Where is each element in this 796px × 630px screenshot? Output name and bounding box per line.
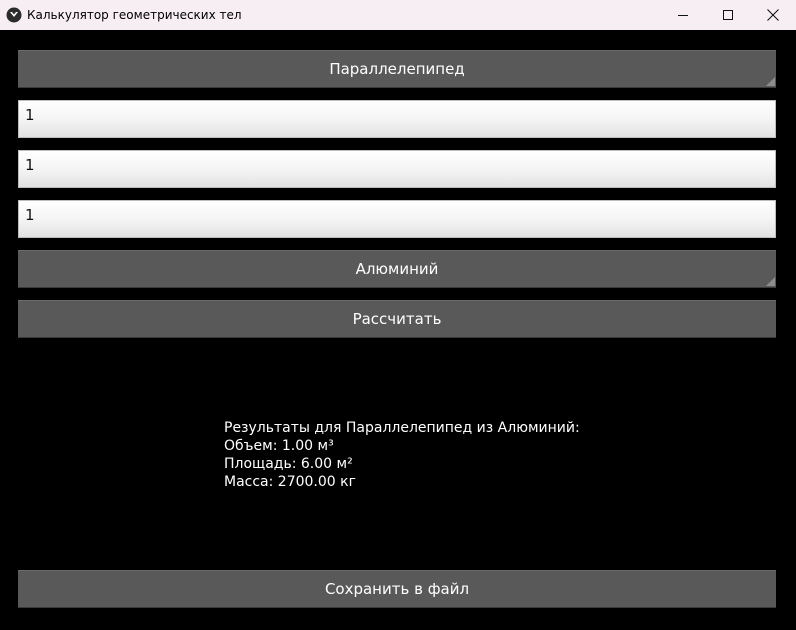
kivy-icon [6,7,22,23]
results-volume: Объем: 1.00 м³ [224,438,334,454]
shape-dropdown-label: Параллелепипед [329,60,465,78]
calculate-button-label: Рассчитать [352,310,442,328]
minimize-button[interactable] [660,0,706,30]
save-to-file-button[interactable]: Сохранить в файл [18,570,776,608]
minimize-icon [677,10,689,21]
results-panel: Результаты для Параллелепипед из Алюмини… [224,419,580,491]
maximize-button[interactable] [705,0,751,30]
calculate-button[interactable]: Рассчитать [18,300,776,338]
dropdown-corner-icon [766,77,775,86]
dropdown-corner-icon [766,277,775,286]
material-dropdown[interactable]: Алюминий [18,250,776,288]
results-mass: Масса: 2700.00 кг [224,474,356,490]
window-title: Калькулятор геометрических тел [27,8,242,22]
title-bar[interactable]: Калькулятор геометрических тел [0,0,796,30]
app-window: Калькулятор геометрических тел Параллеле… [0,0,796,630]
maximize-icon [722,9,734,21]
dimension-input-1[interactable]: 1 [18,100,776,138]
material-dropdown-label: Алюминий [355,260,439,278]
dimension-input-2[interactable]: 1 [18,150,776,188]
close-button[interactable] [750,0,796,30]
close-icon [767,9,779,21]
save-button-label: Сохранить в файл [324,580,470,598]
results-header: Результаты для Параллелепипед из Алюмини… [224,420,580,436]
results-area: Площадь: 6.00 м² [224,456,353,472]
shape-dropdown[interactable]: Параллелепипед [18,50,776,88]
dimension-input-3[interactable]: 1 [18,200,776,238]
